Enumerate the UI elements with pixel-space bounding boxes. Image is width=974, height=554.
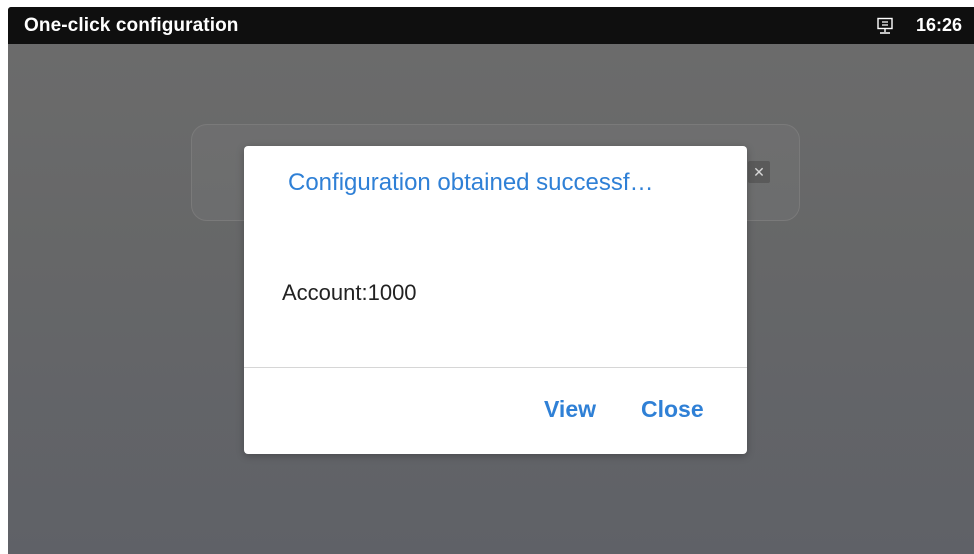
screen: One-click configuration 16:26 ✕ Configur…	[8, 7, 974, 554]
status-bar: One-click configuration 16:26	[8, 7, 974, 44]
ethernet-icon	[876, 17, 894, 35]
clock: 16:26	[916, 15, 963, 35]
dialog-title: Configuration obtained successf…	[288, 169, 654, 196]
clear-icon: ✕	[748, 161, 770, 183]
configuration-dialog: Configuration obtained successf… Account…	[244, 146, 747, 454]
dialog-divider	[244, 367, 747, 368]
view-button[interactable]: View	[544, 396, 596, 423]
app-title: One-click configuration	[24, 15, 239, 36]
close-button[interactable]: Close	[641, 396, 704, 423]
dialog-message: Account:1000	[282, 280, 417, 305]
